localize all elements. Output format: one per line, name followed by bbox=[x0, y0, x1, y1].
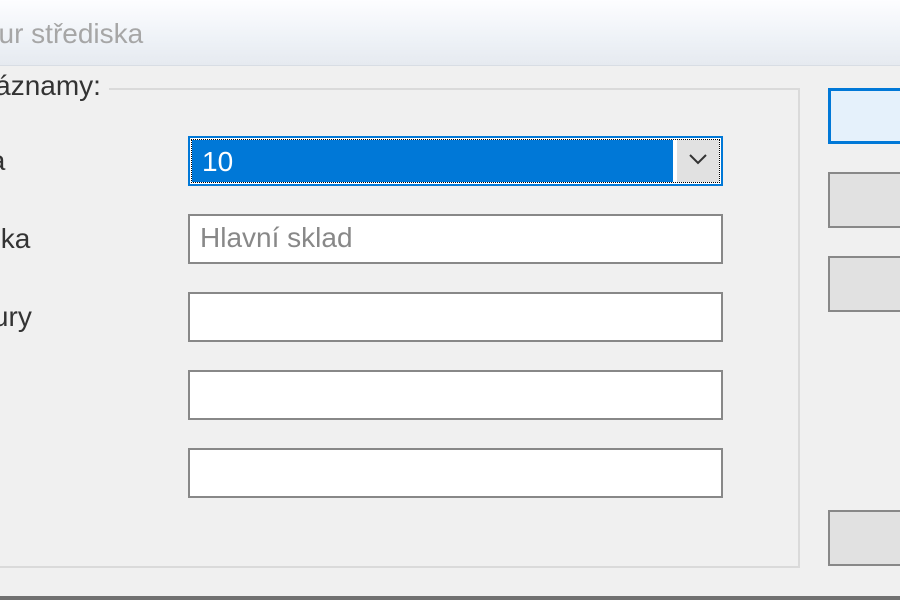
label-stredisko-name: řediska bbox=[0, 223, 188, 255]
window-title: nventur střediska bbox=[0, 18, 143, 49]
combo-dropdown-button[interactable] bbox=[677, 140, 719, 182]
combo-stredisko[interactable]: 10 bbox=[188, 136, 723, 186]
button-spacer bbox=[828, 340, 900, 510]
input-extra-2[interactable] bbox=[188, 448, 723, 498]
titlebar: nventur střediska bbox=[0, 0, 900, 66]
row-extra-2 bbox=[0, 448, 723, 498]
row-inventura: ventury bbox=[0, 292, 723, 342]
dialog-body: yto záznamy: diska 10 řediska bbox=[0, 66, 900, 600]
row-extra-1 bbox=[0, 370, 723, 420]
button-s[interactable]: S bbox=[828, 172, 900, 228]
row-stredisko-name: řediska Hlavní sklad bbox=[0, 214, 723, 264]
input-stredisko-name[interactable]: Hlavní sklad bbox=[188, 214, 723, 264]
form: diska 10 řediska Hlavní sklad bbox=[0, 136, 723, 526]
input-inventura[interactable] bbox=[188, 292, 723, 342]
label-stredisko-code: diska bbox=[0, 145, 188, 177]
row-stredisko-code: diska 10 bbox=[0, 136, 723, 186]
button-column: S Ná Da bbox=[828, 88, 900, 594]
bottom-rule bbox=[0, 596, 900, 600]
label-inventura: ventury bbox=[0, 301, 188, 333]
button-da[interactable]: Da bbox=[828, 510, 900, 566]
groupbox-legend: yto záznamy: bbox=[0, 70, 109, 102]
button-na[interactable]: Ná bbox=[828, 256, 900, 312]
dialog-window: nventur střediska yto záznamy: diska 10 bbox=[0, 0, 900, 600]
chevron-down-icon bbox=[689, 152, 707, 170]
combo-stredisko-value: 10 bbox=[192, 140, 673, 182]
input-extra-1[interactable] bbox=[188, 370, 723, 420]
primary-button[interactable] bbox=[828, 88, 900, 144]
